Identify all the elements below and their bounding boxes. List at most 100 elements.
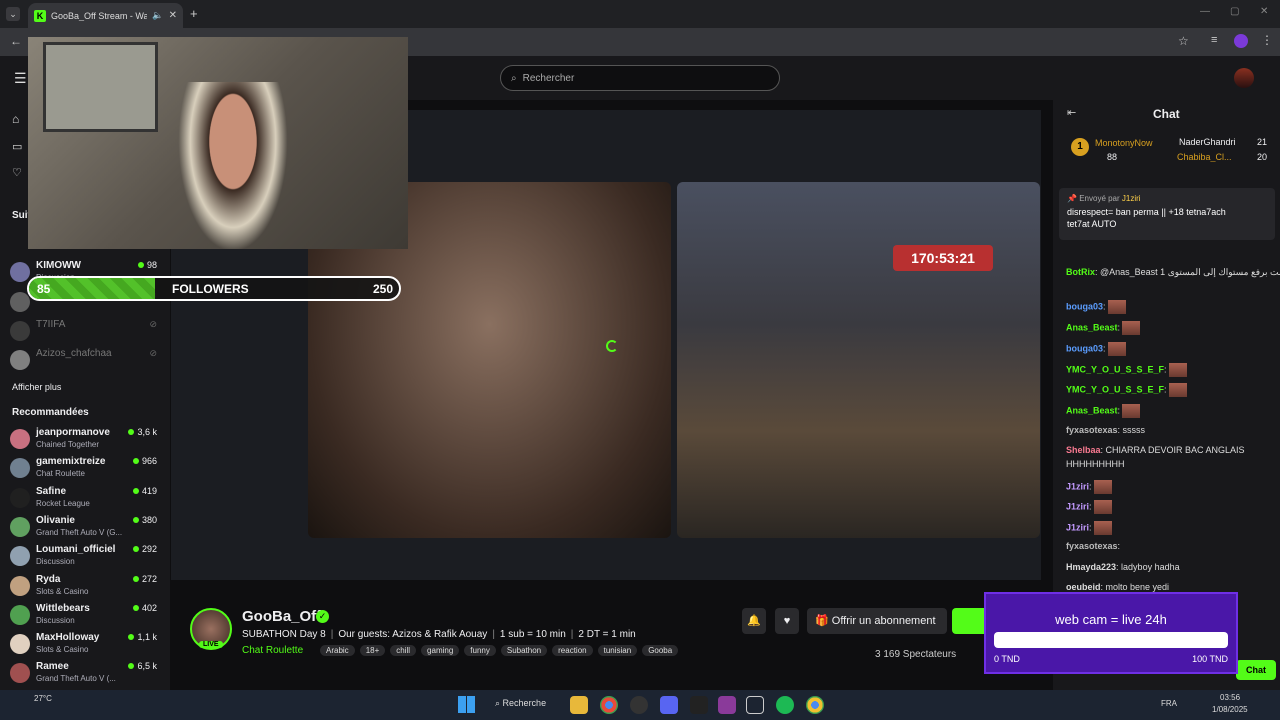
stream-category[interactable]: Chat Roulette [242, 645, 303, 656]
show-more-link[interactable]: Afficher plus [12, 382, 61, 392]
following-heart-icon[interactable]: ♡ [12, 166, 22, 179]
weather-temp[interactable]: 27°C [34, 694, 52, 703]
loading-spinner-icon [606, 340, 618, 352]
live-dot-icon [132, 546, 139, 553]
sidebar-recommended-item[interactable]: jeanpormanove Chained Together 3,6 k [10, 427, 165, 455]
sidebar-recommended-item[interactable]: Ryda Slots & Casino 272 [10, 574, 165, 602]
browser-tabbar: ⌄ K GooBa_Off Stream - Watch 🔈 ✕ + — ▢ ✕ [0, 0, 1280, 28]
sidebar-followed-item[interactable]: Azizos_chafchaa ⊘ [10, 348, 165, 376]
channel-name[interactable]: GooBa_Off [242, 608, 321, 625]
taskbar-search[interactable]: ⌕ Recherche [495, 698, 546, 709]
back-icon[interactable]: ← [10, 34, 22, 48]
sidebar-recommended-item[interactable]: Safine Rocket League 419 [10, 486, 165, 514]
stream-tag[interactable]: tunisian [597, 645, 638, 656]
tab-menu-icon[interactable]: ⌄ [6, 7, 20, 21]
chat-text: : [1164, 384, 1167, 395]
sidebar-followed-item[interactable]: T7IIFA ⊘ [10, 319, 165, 347]
sidebar-recommended-item[interactable]: MaxHolloway Slots & Casino 1,1 k [10, 632, 165, 660]
followed-viewers: 98 [137, 260, 157, 270]
chat-username[interactable]: J1ziri [1066, 522, 1089, 532]
viewer-count-text: 98 [146, 260, 157, 270]
tab-active[interactable]: K GooBa_Off Stream - Watch 🔈 ✕ [28, 3, 183, 28]
winrar-icon[interactable] [718, 696, 736, 714]
obs-icon[interactable] [630, 696, 648, 714]
browse-icon[interactable]: ▭ [12, 140, 22, 153]
channel-avatar-icon [10, 487, 30, 508]
stream-tag[interactable]: gaming [421, 645, 460, 656]
follow-heart-button[interactable]: ♥ [775, 608, 799, 634]
chat-text: : [1164, 364, 1167, 375]
pinned-by-user: J1ziri [1121, 194, 1141, 203]
browser-menu-icon[interactable]: ⋮ [1261, 33, 1273, 47]
clock-time[interactable]: 03:56 [1220, 693, 1240, 702]
maximize-icon[interactable]: ▢ [1230, 6, 1239, 17]
lang-indicator[interactable]: FRA [1161, 699, 1177, 708]
stream-tag[interactable]: Subathon [500, 645, 548, 656]
live-dot-icon [128, 663, 135, 670]
donation-title: web cam = live 24h [1055, 612, 1167, 627]
pinned-message[interactable]: 📌 Envoyé par J1ziri disrespect= ban perm… [1059, 188, 1275, 240]
collapse-chat-icon[interactable]: ⇤ [1067, 106, 1076, 119]
sidebar-recommended-item[interactable]: Loumani_officiel Discussion 292 [10, 544, 165, 572]
close-window-icon[interactable]: ✕ [1260, 6, 1268, 17]
chat-username[interactable]: fyxasotexas [1066, 541, 1118, 551]
capcut-icon[interactable] [690, 696, 708, 714]
chat-username[interactable]: bouga03 [1066, 301, 1103, 311]
chat-username[interactable]: J1ziri [1066, 501, 1089, 511]
chat-username[interactable]: BotRix [1066, 267, 1095, 277]
file-explorer-icon[interactable] [570, 696, 588, 714]
chat-username[interactable]: YMC_Y_O_U_S_S_E_F [1066, 364, 1164, 374]
chat-send-button[interactable]: Chat [1236, 660, 1276, 680]
chrome-profile-icon[interactable] [806, 696, 824, 714]
sidebar-recommended-item[interactable]: Olivanie Grand Theft Auto V (G... 380 [10, 515, 165, 543]
chat-username[interactable]: oeubeid [1066, 582, 1101, 592]
channel-avatar-icon [10, 575, 30, 596]
viewer-count-text: 272 [141, 573, 157, 584]
chat-username[interactable]: Anas_Beast [1066, 405, 1118, 415]
chat-username[interactable]: J1ziri [1066, 481, 1089, 491]
chat-message: fyxasotexas: sssss [1066, 425, 1145, 435]
notification-bell-button[interactable]: 🔔 [742, 608, 766, 634]
sidebar-recommended-item[interactable]: Wittlebears Discussion 402 [10, 603, 165, 631]
discord-icon[interactable] [660, 696, 678, 714]
chat-username[interactable]: fyxasotexas [1066, 425, 1118, 435]
minimize-icon[interactable]: — [1200, 6, 1210, 17]
hamburger-icon[interactable]: ☰ [14, 70, 27, 87]
leader3-points: 20 [1257, 152, 1268, 162]
chat-text: : [1117, 405, 1121, 416]
spotify-icon[interactable] [776, 696, 794, 714]
mute-icon[interactable]: 🔈 [152, 10, 163, 21]
windows-start-icon[interactable] [458, 696, 475, 713]
vscode-icon[interactable] [746, 696, 764, 714]
stream-tag[interactable]: Arabic [320, 645, 355, 656]
tab-close-icon[interactable]: ✕ [169, 10, 177, 21]
search-input[interactable]: ⌕ Rechercher [500, 65, 780, 91]
stream-tag[interactable]: Gooba [642, 645, 679, 656]
gift-sub-button[interactable]: 🎁 Offrir un abonnement [807, 608, 947, 634]
stream-tag[interactable]: 18+ [359, 645, 386, 656]
media-icon[interactable]: ≡ [1211, 34, 1217, 46]
profile-icon[interactable] [1234, 34, 1248, 48]
channel-avatar-icon [10, 350, 30, 370]
stream-tag[interactable]: funny [464, 645, 496, 656]
chat-message: bouga03: [1066, 342, 1126, 356]
new-tab-icon[interactable]: + [190, 6, 198, 21]
user-avatar[interactable] [1234, 68, 1254, 88]
tab-title: GooBa_Off Stream - Watch [51, 10, 148, 21]
clock-date[interactable]: 1/08/2025 [1212, 705, 1248, 714]
chat-username[interactable]: YMC_Y_O_U_S_S_E_F [1066, 384, 1164, 394]
stream-tag[interactable]: reaction [552, 645, 593, 656]
chat-username[interactable]: Shelbaa [1066, 445, 1101, 455]
bookmark-star-icon[interactable]: ☆ [1178, 34, 1189, 48]
sidebar-recommended-item[interactable]: gamemixtreize Chat Roulette 966 [10, 456, 165, 484]
sidebar-recommended-item[interactable]: Ramee Grand Theft Auto V (... 6,5 k [10, 661, 165, 689]
chat-username[interactable]: Anas_Beast [1066, 322, 1118, 332]
chat-text: : [1089, 481, 1092, 492]
chrome-icon[interactable] [600, 696, 618, 714]
stream-tag[interactable]: chill [390, 645, 417, 656]
chat-username[interactable]: bouga03 [1066, 343, 1103, 353]
home-icon[interactable]: ⌂ [12, 112, 19, 126]
chat-username[interactable]: Hmayda223 [1066, 562, 1116, 572]
chat-message: Shelbaa: CHIARRA DEVOIR BAC ANGLAIS [1066, 445, 1245, 455]
title-part: Our guests: Azizos & Rafik Aouay [338, 629, 488, 640]
